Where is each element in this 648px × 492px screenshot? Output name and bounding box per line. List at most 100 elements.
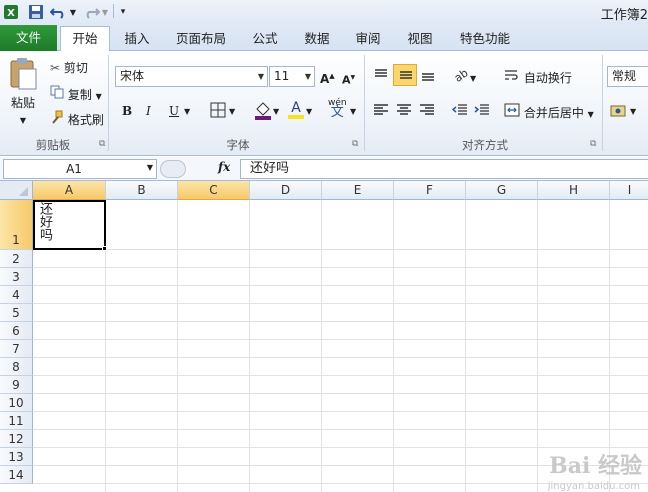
borders-icon[interactable] xyxy=(210,102,226,122)
shrink-font-icon[interactable]: A▼ xyxy=(342,70,355,89)
row-header-6[interactable]: 6 xyxy=(0,322,33,340)
redo-dropdown-icon[interactable]: ▼ xyxy=(101,4,109,20)
borders-dropdown-icon[interactable]: ▼ xyxy=(229,104,235,120)
column-header-f[interactable]: F xyxy=(394,181,466,200)
formula-input[interactable]: 还好吗 xyxy=(240,159,648,179)
formula-bar: A1 ▼ fx 还好吗 xyxy=(0,157,648,181)
insert-function-button[interactable]: fx xyxy=(218,160,230,174)
column-header-e[interactable]: E xyxy=(322,181,394,200)
row-header-10[interactable]: 10 xyxy=(0,394,33,412)
tab-insert[interactable]: 插入 xyxy=(113,27,161,51)
column-header-g[interactable]: G xyxy=(466,181,538,200)
alignment-launcher-icon[interactable]: ⧉ xyxy=(590,139,596,149)
font-launcher-icon[interactable]: ⧉ xyxy=(352,139,358,149)
font-name-combo[interactable]: 宋体 ▼ xyxy=(115,66,268,87)
align-center-icon[interactable] xyxy=(396,103,412,121)
align-bottom-icon[interactable] xyxy=(420,68,436,86)
underline-dropdown-icon[interactable]: ▼ xyxy=(184,104,190,120)
merge-center-button[interactable]: 合并后居中 ▼ xyxy=(504,103,594,123)
undo-dropdown-icon[interactable]: ▼ xyxy=(69,4,77,20)
column-header-a[interactable]: A xyxy=(33,181,106,200)
format-painter-button[interactable]: 格式刷 xyxy=(50,110,104,128)
grid-column-line xyxy=(537,200,538,492)
row-header-14[interactable]: 14 xyxy=(0,466,33,484)
cut-label: 剪切 xyxy=(63,61,88,75)
row-header-7[interactable]: 7 xyxy=(0,340,33,358)
wrap-text-button[interactable]: 自动换行 xyxy=(504,68,572,86)
merge-center-label: 合并后居中 xyxy=(523,106,584,120)
decrease-indent-icon[interactable] xyxy=(451,103,468,121)
tab-data[interactable]: 数据 xyxy=(296,27,338,51)
excel-logo-icon[interactable]: X xyxy=(2,4,20,20)
increase-indent-icon[interactable] xyxy=(474,103,490,121)
paste-button[interactable]: 粘贴 ▼ xyxy=(6,57,40,135)
copy-button[interactable]: 复制 ▼ xyxy=(50,85,102,105)
tab-file[interactable]: 文件 xyxy=(0,25,57,51)
phonetic-dropdown-icon[interactable]: ▼ xyxy=(350,104,356,120)
tab-page-layout[interactable]: 页面布局 xyxy=(168,27,234,51)
row-header-8[interactable]: 8 xyxy=(0,358,33,376)
merge-cells-icon xyxy=(504,103,520,121)
column-header-b[interactable]: B xyxy=(106,181,178,200)
number-format-combo[interactable]: 常规 xyxy=(607,66,648,87)
cut-button[interactable]: ✂ 剪切 xyxy=(50,60,88,76)
tab-view[interactable]: 视图 xyxy=(399,27,441,51)
row-header-12[interactable]: 12 xyxy=(0,430,33,448)
font-size-combo[interactable]: 11 ▼ xyxy=(269,66,315,87)
fill-color-icon[interactable] xyxy=(254,100,272,124)
row-header-3[interactable]: 3 xyxy=(0,268,33,286)
bold-button[interactable]: B xyxy=(122,103,132,119)
font-size-value: 11 xyxy=(274,69,290,83)
name-box-dropdown-icon[interactable]: ▼ xyxy=(147,163,153,172)
row-header-1[interactable]: 1 xyxy=(0,200,33,250)
orientation-icon[interactable]: ab xyxy=(452,66,472,87)
undo-icon[interactable] xyxy=(49,4,69,20)
scissors-icon: ✂ xyxy=(50,61,61,75)
tab-home[interactable]: 开始 xyxy=(60,26,110,51)
ribbon-tabs: 文件 开始 插入 页面布局 公式 数据 审阅 视图 特色功能 xyxy=(0,25,648,51)
underline-button[interactable]: U xyxy=(169,103,179,119)
column-header-h[interactable]: H xyxy=(538,181,610,200)
fill-handle[interactable] xyxy=(102,246,107,251)
name-box[interactable]: A1 ▼ xyxy=(3,159,157,179)
worksheet-grid: ABCDEFGHI 1 2 3 4 5 6 7 8 9 10 11 12 13 14 还好吗 Bai 经验… xyxy=(0,181,648,492)
orientation-dropdown-icon[interactable]: ▼ xyxy=(470,71,476,87)
redo-icon[interactable] xyxy=(81,4,101,20)
font-color-dropdown-icon[interactable]: ▼ xyxy=(306,104,312,120)
tab-formulas[interactable]: 公式 xyxy=(244,27,286,51)
title-bar: X ▼ ▼ ▾ 工作簿2 xyxy=(0,0,648,25)
align-left-icon[interactable] xyxy=(373,103,389,121)
watermark-logo: Bai 经验 xyxy=(549,453,642,479)
grid-row-line xyxy=(33,429,648,430)
row-header-2[interactable]: 2 xyxy=(0,250,33,268)
phonetic-guide-icon[interactable]: wén 文 xyxy=(328,98,347,119)
grid-row-line xyxy=(33,339,648,340)
align-right-icon[interactable] xyxy=(419,103,435,121)
column-header-d[interactable]: D xyxy=(250,181,322,200)
align-top-icon[interactable] xyxy=(373,68,389,86)
align-middle-icon[interactable] xyxy=(393,64,417,86)
accounting-dropdown-icon[interactable]: ▼ xyxy=(630,104,636,120)
formula-bar-resize-handle[interactable] xyxy=(160,160,186,178)
font-color-icon[interactable]: A xyxy=(287,99,305,123)
row-header-5[interactable]: 5 xyxy=(0,304,33,322)
select-all-corner[interactable] xyxy=(0,181,33,200)
merge-dropdown-icon: ▼ xyxy=(587,110,594,119)
row-header-9[interactable]: 9 xyxy=(0,376,33,394)
row-header-4[interactable]: 4 xyxy=(0,286,33,304)
row-header-13[interactable]: 13 xyxy=(0,448,33,466)
tab-special-features[interactable]: 特色功能 xyxy=(452,27,518,51)
italic-button[interactable]: I xyxy=(146,103,151,119)
customize-toolbar-icon[interactable]: ▾ xyxy=(117,4,129,20)
row-header-11[interactable]: 11 xyxy=(0,412,33,430)
grow-font-icon[interactable]: A▲ xyxy=(320,68,335,87)
column-header-i[interactable]: I xyxy=(610,181,648,200)
accounting-format-icon[interactable] xyxy=(610,103,630,123)
clipboard-launcher-icon[interactable]: ⧉ xyxy=(99,139,105,149)
grid-row-line xyxy=(33,393,648,394)
column-header-c[interactable]: C xyxy=(178,181,250,200)
fill-color-dropdown-icon[interactable]: ▼ xyxy=(273,104,279,120)
grid-row-line xyxy=(33,375,648,376)
save-icon[interactable] xyxy=(27,4,45,20)
tab-review[interactable]: 审阅 xyxy=(347,27,389,51)
